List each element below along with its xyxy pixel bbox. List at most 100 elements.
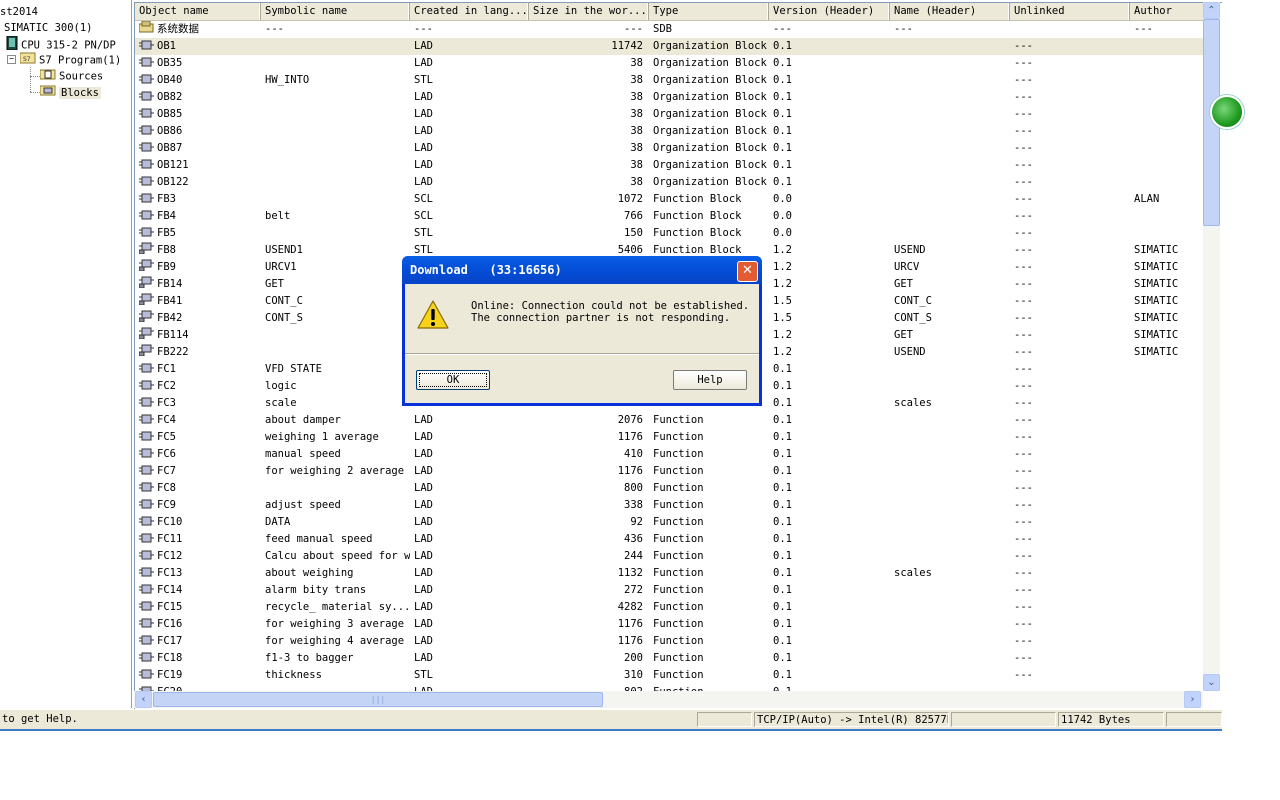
help-button[interactable]: Help (673, 370, 747, 390)
cell-author (1130, 616, 1205, 633)
cell-language: SCL (414, 193, 433, 205)
table-row[interactable]: 系统数据 --- --- --- SDB --- --- --- (135, 21, 1205, 38)
cell-type: Organization Block (653, 125, 767, 137)
list-header: Object name Symbolic name Created in lan… (135, 3, 1205, 21)
horizontal-scroll-thumb[interactable]: ||| (153, 692, 603, 707)
table-row[interactable]: FB4 belt SCL 766 Function Block 0.0 --- (135, 208, 1205, 225)
collapse-toggle[interactable]: − (7, 55, 16, 64)
cell-symbolic-name: about weighing (265, 567, 354, 579)
floating-green-button[interactable] (1210, 95, 1244, 129)
column-header-created-in-lang[interactable]: Created in lang... (410, 3, 529, 20)
table-row[interactable]: FC18 f1-3 to bagger LAD 200 Function 0.1 --- (135, 650, 1205, 667)
cell-size: 38 (630, 159, 643, 171)
table-row[interactable]: FC4 about damper LAD 2076 Function 0.1 --- (135, 412, 1205, 429)
cell-author (1130, 565, 1205, 582)
cell-language: LAD (414, 40, 433, 52)
column-header-symbolic-name[interactable]: Symbolic name (261, 3, 410, 20)
cell-header-name (890, 38, 1010, 55)
table-row[interactable]: OB86 LAD 38 Organization Block 0.1 --- (135, 123, 1205, 140)
cell-size: 38 (630, 176, 643, 188)
cell-version: 0.1 (773, 482, 792, 494)
tree-root[interactable]: st2014 (0, 4, 38, 20)
cell-author (1130, 667, 1205, 684)
ok-button[interactable]: OK (416, 370, 490, 390)
table-row[interactable]: OB122 LAD 38 Organization Block 0.1 --- (135, 174, 1205, 191)
scroll-up-button[interactable]: ⌃ (1203, 2, 1220, 19)
table-row[interactable]: FC7 for weighing 2 average LAD 1176 Function… (135, 463, 1205, 480)
table-row[interactable]: OB121 LAD 38 Organization Block 0.1 --- (135, 157, 1205, 174)
table-row[interactable]: FC6 manual speed LAD 410 Function 0.1 --- (135, 446, 1205, 463)
column-header-unlinked[interactable]: Unlinked (1010, 3, 1130, 20)
table-row[interactable]: FC17 for weighing 4 average LAD 1176 Functio… (135, 633, 1205, 650)
column-header-size[interactable]: Size in the wor... (529, 3, 649, 20)
help-button-label: Help (697, 374, 723, 386)
column-header-version[interactable]: Version (Header) (769, 3, 890, 20)
table-row[interactable]: FB3 SCL 1072 Function Block 0.0 --- ALAN (135, 191, 1205, 208)
cell-size: 2076 (617, 414, 643, 426)
table-row[interactable]: OB35 LAD 38 Organization Block 0.1 --- (135, 55, 1205, 72)
scroll-right-button[interactable]: › (1184, 691, 1201, 708)
column-header-type[interactable]: Type (649, 3, 769, 20)
object-name-text: FC11 (157, 533, 183, 545)
cell-symbolic-name: USEND1 (265, 244, 303, 256)
cell-header-name (890, 514, 1010, 531)
cell-size: 38 (630, 142, 643, 154)
tree-item-blocks[interactable]: Blocks (39, 84, 101, 100)
table-row[interactable]: FC19 thickness STL 310 Function 0.1 --- (135, 667, 1205, 684)
column-header-object-name[interactable]: Object name (135, 3, 261, 20)
cell-author (1130, 531, 1205, 548)
scroll-down-button[interactable]: ⌄ (1203, 674, 1220, 691)
table-row[interactable]: FC13 about weighing LAD 1132 Function 0.1 scal… (135, 565, 1205, 582)
column-header-name-header[interactable]: Name (Header) (890, 3, 1010, 20)
cell-symbolic-name (261, 123, 410, 140)
close-icon[interactable]: ✕ (737, 261, 758, 282)
cell-unlinked: --- (1014, 329, 1033, 341)
cell-type: Function (653, 482, 704, 494)
s7-program-icon: S7 (19, 52, 36, 69)
cell-header-name (890, 123, 1010, 140)
table-row[interactable]: FC12 Calcu about speed for w LAD 244 Functio… (135, 548, 1205, 565)
dialog-title-bar[interactable]: Download (33:16656) ✕ (402, 256, 762, 284)
tree-item-cpu[interactable]: CPU 315-2 PN/DP (6, 35, 116, 52)
status-pane-empty (697, 712, 752, 727)
table-row[interactable]: OB87 LAD 38 Organization Block 0.1 --- (135, 140, 1205, 157)
cell-language: LAD (414, 125, 433, 137)
cell-symbolic-name (261, 157, 410, 174)
cell-symbolic-name: logic (265, 380, 297, 392)
table-row[interactable]: OB82 LAD 38 Organization Block 0.1 --- (135, 89, 1205, 106)
block-icon (139, 668, 154, 679)
table-row[interactable]: OB85 LAD 38 Organization Block 0.1 --- (135, 106, 1205, 123)
table-row[interactable]: OB1 LAD 11742 Organization Block 0.1 --- (135, 38, 1205, 55)
table-row[interactable]: FC11 feed manual speed LAD 436 Function 0.1 --… (135, 531, 1205, 548)
cell-header-name: CONT_C (894, 295, 932, 307)
cell-header-name: scales (894, 397, 932, 409)
tree-item-station[interactable]: SIMATIC 300(1) (4, 20, 93, 36)
tree-item-sources[interactable]: Sources (39, 68, 103, 84)
cell-symbolic-name: thickness (265, 669, 322, 681)
cell-size: 1072 (617, 193, 643, 205)
cell-unlinked: --- (1014, 40, 1033, 52)
protected-block-icon (138, 259, 154, 272)
table-row[interactable]: FC14 alarm bity trans LAD 272 Function 0.1 --- (135, 582, 1205, 599)
cell-symbolic-name (261, 106, 410, 123)
block-icon (139, 600, 154, 611)
table-row[interactable]: FB5 STL 150 Function Block 0.0 --- (135, 225, 1205, 242)
table-row[interactable]: FC16 for weighing 3 average LAD 1176 Functio… (135, 616, 1205, 633)
table-row[interactable]: FC8 LAD 800 Function 0.1 --- (135, 480, 1205, 497)
table-row[interactable]: FC5 weighing 1 average LAD 1176 Function 0.1 -… (135, 429, 1205, 446)
table-row[interactable]: OB40 HW_INTO STL 38 Organization Block 0.1 --- (135, 72, 1205, 89)
column-header-author[interactable]: Author (1130, 3, 1205, 20)
cell-symbolic-name: for weighing 3 average (265, 618, 405, 630)
cell-object-name: FC8 (135, 480, 261, 497)
project-tree[interactable]: st2014 SIMATIC 300(1) CPU 315-2 PN/DP − … (0, 0, 132, 708)
table-row[interactable]: FC15 recycle_ material sy... LAD 4282 Functi… (135, 599, 1205, 616)
table-row[interactable]: FC9 adjust speed LAD 338 Function 0.1 --- (135, 497, 1205, 514)
table-row[interactable]: FC10 DATA LAD 92 Function 0.1 --- (135, 514, 1205, 531)
horizontal-scrollbar[interactable]: ‹ ||| › (134, 691, 1203, 708)
tree-item-s7-program[interactable]: S7 S7 Program(1) (19, 52, 121, 69)
cell-object-name: FC14 (135, 582, 261, 599)
cell-unlinked: --- (1014, 295, 1033, 307)
scroll-left-button[interactable]: ‹ (135, 691, 152, 708)
protected-block-icon (138, 276, 154, 289)
cell-language: LAD (414, 465, 433, 477)
